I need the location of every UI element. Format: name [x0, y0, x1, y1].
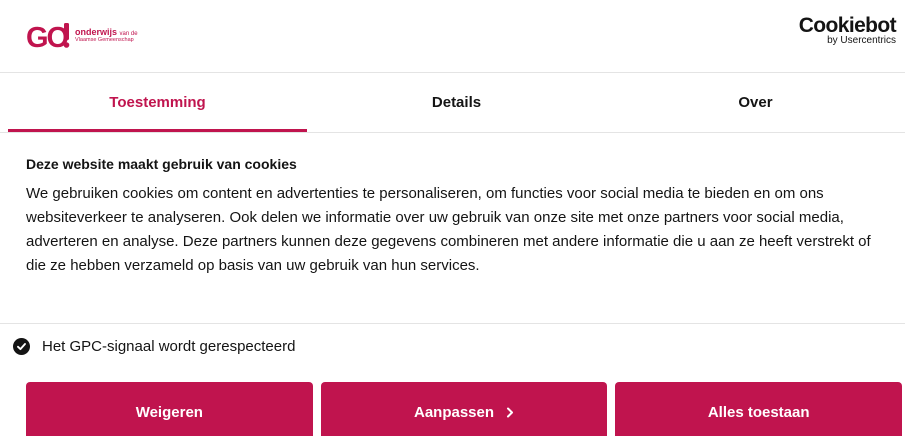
tab-details[interactable]: Details — [307, 72, 606, 132]
consent-buttons: Weigeren Aanpassen Alles toestaan — [26, 382, 903, 436]
deny-button-label: Weigeren — [135, 403, 203, 421]
allow-all-button[interactable]: Alles toestaan — [615, 382, 903, 436]
allow-all-button-label: Alles toestaan — [707, 403, 810, 421]
brand-logo-line2: Vlaamse Gemeenschap — [75, 37, 134, 44]
check-circle-icon — [13, 338, 30, 355]
consent-heading: Deze website maakt gebruik van cookies — [26, 156, 297, 172]
tab-bar: Toestemming Details Over — [8, 72, 905, 132]
brand-logo-text: onderwijs van de Vlaamse Gemeenschap — [75, 28, 138, 44]
tab-toestemming[interactable]: Toestemming — [8, 72, 307, 132]
brand-logo: GO onderwijs van de Vlaamse Gemeenschap — [26, 18, 138, 54]
cookiebot-name: Cookiebot — [798, 14, 897, 37]
svg-text:GO: GO — [26, 22, 69, 51]
tabs-divider — [0, 132, 905, 133]
dialog-header: GO onderwijs van de Vlaamse Gemeenschap … — [0, 0, 905, 72]
consent-content: Deze website maakt gebruik van cookies W… — [26, 156, 876, 278]
deny-button[interactable]: Weigeren — [26, 382, 313, 436]
cookiebot-logo[interactable]: Cookiebot by Usercentrics — [798, 14, 897, 46]
gpc-notice: Het GPC-signaal wordt gerespecteerd — [13, 338, 295, 355]
content-divider — [0, 323, 905, 324]
brand-logo-line1: onderwijs — [75, 27, 118, 38]
tab-over[interactable]: Over — [606, 72, 905, 132]
chevron-right-icon — [506, 407, 514, 418]
gpc-label: Het GPC-signaal wordt gerespecteerd — [42, 338, 296, 355]
cookiebot-byline: by Usercentrics — [827, 35, 896, 46]
consent-body: We gebruiken cookies om content en adver… — [26, 185, 871, 274]
go-logo-icon: GO — [26, 21, 72, 51]
customize-button[interactable]: Aanpassen — [320, 382, 608, 436]
customize-button-label: Aanpassen — [413, 403, 495, 421]
